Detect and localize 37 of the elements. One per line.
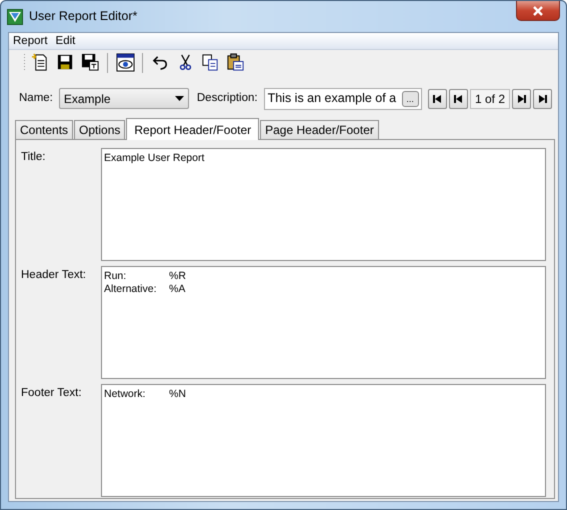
save-as-icon[interactable] [80, 53, 100, 72]
field-label: Title: [21, 150, 46, 165]
skip-back-icon [432, 94, 442, 104]
close-icon [532, 6, 544, 16]
window-title: User Report Editor* [29, 8, 138, 26]
skip-forward-icon [538, 94, 548, 104]
menu-item[interactable]: Edit [52, 33, 80, 49]
menu-item[interactable]: Report [9, 33, 52, 49]
caret-icon [174, 96, 184, 101]
ellipsis-button[interactable]: ... [402, 90, 419, 106]
tab[interactable]: Report Header/Footer [126, 118, 260, 140]
text-area[interactable]: Network: %N [101, 384, 546, 497]
tab[interactable]: Options [74, 120, 126, 139]
clipboard-icon[interactable] [226, 53, 244, 72]
name-dropdown[interactable]: Example [58, 88, 189, 109]
next-button[interactable] [512, 88, 531, 108]
tab[interactable]: Page Header/Footer [260, 120, 379, 139]
skip-back-icon [453, 94, 464, 104]
description-field[interactable]: This is an example of a ... [264, 88, 422, 110]
text-area[interactable]: Example User Report [101, 148, 546, 261]
tab[interactable]: Contents [15, 120, 74, 139]
description-label: Description: [196, 90, 258, 106]
name-label: Name: [19, 90, 53, 106]
field-label: Footer Text: [21, 386, 83, 401]
save-icon[interactable] [56, 53, 74, 72]
first-page-button[interactable] [428, 88, 447, 108]
new-document-icon[interactable] [30, 53, 50, 72]
field-label: Header Text: [21, 268, 87, 283]
app-icon [7, 8, 23, 24]
close-button[interactable] [516, 1, 560, 21]
text-area[interactable]: Run: %R Alternative: %A [101, 266, 546, 379]
skip-forward-icon [516, 94, 526, 104]
last-page-button[interactable] [533, 88, 552, 108]
copy-icon[interactable] [200, 53, 220, 72]
page-position: 1 of 2 [470, 88, 510, 108]
previous-button[interactable] [448, 88, 468, 108]
eye-icon[interactable] [116, 53, 134, 72]
